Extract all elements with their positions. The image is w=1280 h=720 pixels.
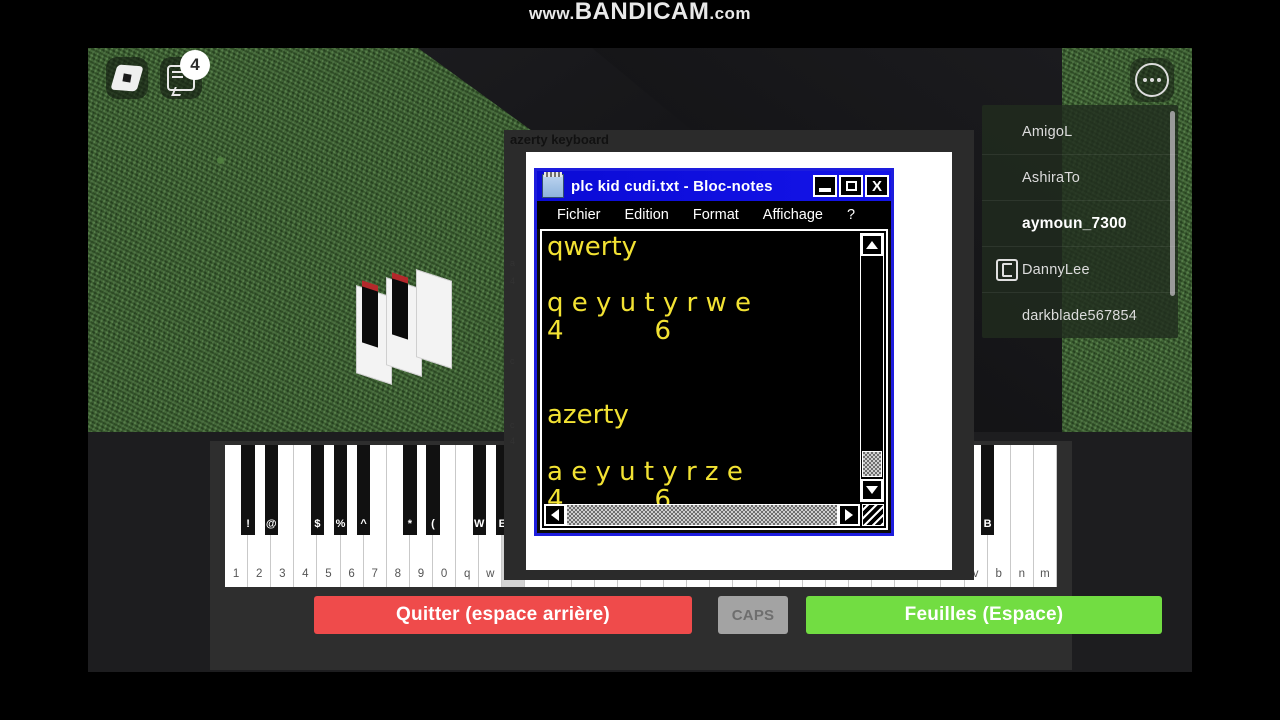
piano-key-label: ( (431, 518, 435, 530)
piano-black-key-![interactable]: ! (241, 445, 255, 535)
game-viewport: 4 AmigoL AshiraTo aymoun_7300 DannyLee d… (88, 48, 1192, 672)
notepad-menu-bar: Fichier Edition Format Affichage ? (537, 201, 891, 229)
piano-key-label: 9 (417, 568, 425, 580)
watermark-prefix: www. (528, 4, 575, 23)
piano-black-key-$[interactable]: $ (310, 445, 325, 535)
notepad-title: plc kid cudi.txt - Bloc-notes (571, 177, 773, 195)
horizontal-scrollbar[interactable] (544, 504, 860, 526)
piano-key-label: 7 (371, 568, 378, 580)
piano-key-label: 3 (279, 568, 286, 580)
background-line: 4 (510, 436, 516, 446)
menu-item-affichage[interactable]: Affichage (751, 207, 835, 223)
piano-key-label: 0 (440, 568, 448, 580)
horizontal-scroll-track[interactable] (566, 504, 838, 526)
player-list: AmigoL AshiraTo aymoun_7300 DannyLee dar… (982, 105, 1178, 338)
premium-icon (996, 258, 1018, 281)
player-name: DannyLee (1022, 261, 1090, 278)
scroll-right-button[interactable] (838, 504, 860, 526)
notepad-text-area[interactable]: qwerty q e y u t y r w e 4 6 azerty a e … (544, 231, 860, 504)
piano-key-label: @ (265, 518, 277, 530)
menu-item-edition[interactable]: Edition (613, 207, 681, 223)
bandicam-watermark: www.BANDICAM.com (0, 0, 1280, 26)
more-menu-button[interactable] (1130, 58, 1174, 102)
piano-button-row: Quitter (espace arrière) CAPS Feuilles (… (210, 596, 1162, 634)
watermark-brand: BANDICAM (574, 0, 710, 25)
close-button[interactable]: X (865, 175, 889, 197)
list-item[interactable]: AmigoL (982, 109, 1178, 155)
chat-badge: 4 (180, 50, 210, 80)
scroll-left-button[interactable] (544, 504, 566, 526)
three-dots-icon (1135, 63, 1169, 97)
piano-key-label: 4 (302, 568, 309, 580)
background-window-title: azerty keyboard (510, 132, 609, 147)
background-line: c (510, 356, 515, 366)
list-item[interactable]: darkblade567854 (982, 293, 1178, 338)
piano-key-label: w (486, 568, 495, 580)
piano-black-key-^[interactable]: ^ (356, 445, 371, 535)
player-name: AmigoL (1022, 123, 1073, 140)
piano-black-key-%[interactable]: % (333, 445, 348, 535)
maximize-button[interactable] (839, 175, 863, 197)
vertical-scroll-thumb[interactable] (862, 451, 882, 477)
piano-key-label: b (995, 568, 1002, 580)
watermark-suffix: .com (709, 4, 752, 23)
list-item-self[interactable]: aymoun_7300 (982, 201, 1178, 247)
piano-key-label: % (335, 518, 346, 530)
scene-piano-keys-left (356, 263, 476, 385)
roblox-menu-button[interactable] (106, 57, 148, 99)
piano-white-key-n[interactable]: n (1010, 445, 1034, 587)
resize-grip[interactable] (862, 504, 884, 526)
piano-key-label: B (983, 518, 992, 530)
roblox-logo-icon (110, 64, 144, 92)
minimize-button[interactable] (813, 175, 837, 197)
piano-key-label: 6 (348, 568, 355, 580)
piano-key-label: $ (314, 518, 321, 530)
piano-key-label: 5 (325, 568, 332, 580)
caps-button[interactable]: CAPS (718, 596, 788, 634)
piano-key-label: 8 (394, 568, 402, 580)
piano-black-key-([interactable]: ( (426, 445, 440, 535)
background-line: c (510, 420, 515, 430)
piano-white-key-m[interactable]: m (1033, 445, 1057, 587)
quit-button[interactable]: Quitter (espace arrière) (314, 596, 692, 634)
piano-black-key-W[interactable]: W (472, 445, 486, 535)
piano-key-label: * (407, 518, 412, 530)
piano-key-label: ^ (360, 518, 367, 530)
background-line: a (510, 258, 516, 268)
scroll-up-button[interactable] (861, 234, 883, 256)
player-name: AshiraTo (1022, 169, 1081, 186)
piano-key-label: 2 (255, 568, 263, 580)
background-line: 4 (510, 276, 516, 286)
notepad-title-bar[interactable]: plc kid cudi.txt - Bloc-notes X (537, 171, 891, 201)
piano-key-label: ! (246, 518, 250, 530)
piano-key-label: q (463, 568, 471, 580)
menu-item-format[interactable]: Format (681, 207, 751, 223)
notepad-body: qwerty q e y u t y r w e 4 6 azerty a e … (540, 229, 888, 530)
piano-key-label: m (1040, 568, 1050, 580)
list-item[interactable]: AshiraTo (982, 155, 1178, 201)
piano-black-key-*[interactable]: * (403, 445, 417, 535)
piano-black-key-@[interactable]: @ (264, 445, 278, 535)
player-name: aymoun_7300 (1022, 214, 1127, 232)
notepad-icon (542, 172, 564, 198)
screenshot-root: 4 AmigoL AshiraTo aymoun_7300 DannyLee d… (0, 0, 1280, 720)
piano-key-label: n (1018, 568, 1026, 580)
vertical-scrollbar[interactable] (860, 233, 884, 502)
sheets-button[interactable]: Feuilles (Espace) (806, 596, 1162, 634)
piano-key-label: W (474, 518, 485, 530)
piano-black-key-B[interactable]: B (980, 445, 995, 535)
scroll-down-button[interactable] (861, 479, 883, 501)
menu-item-help[interactable]: ? (835, 207, 867, 223)
notepad-window[interactable]: plc kid cudi.txt - Bloc-notes X Fichier … (534, 168, 894, 536)
player-name: darkblade567854 (1022, 307, 1138, 324)
piano-key-label: 1 (232, 568, 240, 580)
list-item[interactable]: DannyLee (982, 247, 1178, 293)
menu-item-fichier[interactable]: Fichier (545, 207, 613, 223)
